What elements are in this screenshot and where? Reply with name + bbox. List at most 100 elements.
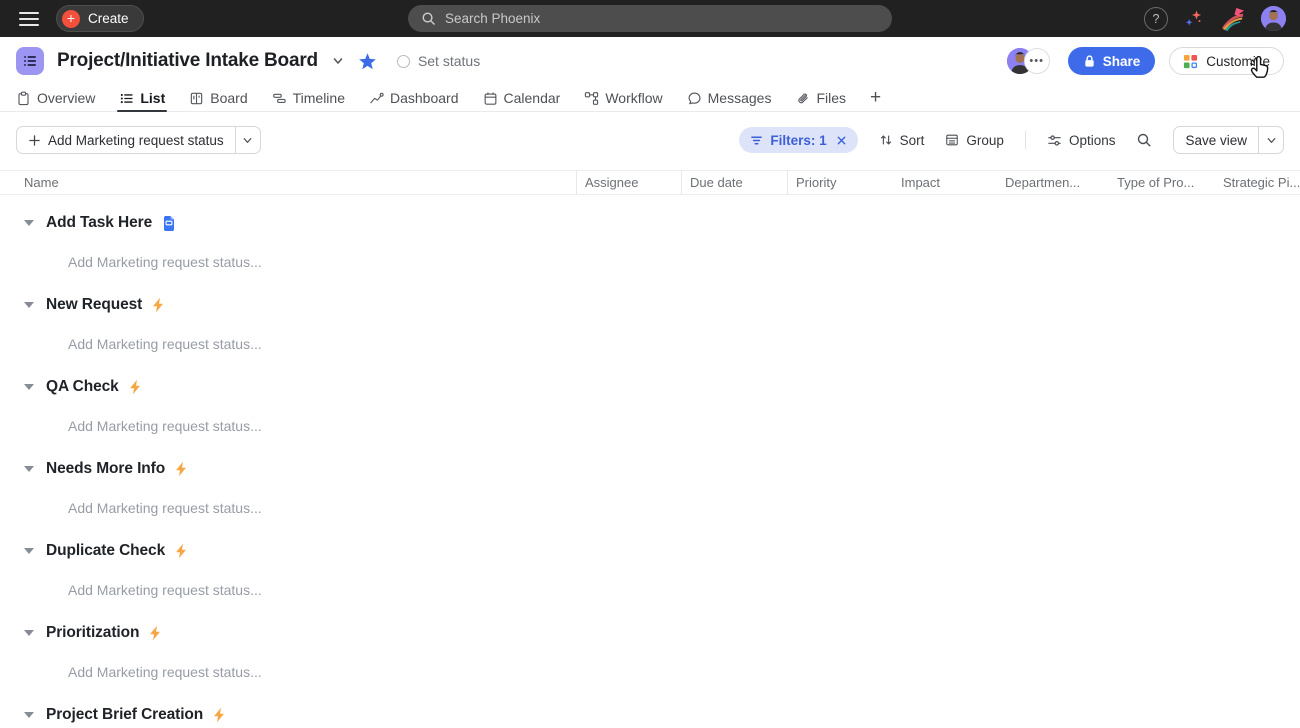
group-header[interactable]: New Request bbox=[0, 290, 1300, 320]
column-header-due-date[interactable]: Due date bbox=[681, 171, 787, 194]
group-title: Prioritization bbox=[46, 624, 139, 642]
add-task-placeholder[interactable]: Add Marketing request status... bbox=[0, 247, 1300, 277]
tab-label: Messages bbox=[708, 90, 772, 106]
board-header: Project/Initiative Intake Board Set stat… bbox=[0, 37, 1300, 85]
sort-button[interactable]: Sort bbox=[879, 133, 925, 148]
toolbar-divider bbox=[1025, 131, 1026, 149]
create-button[interactable]: + Create bbox=[56, 5, 144, 32]
column-header-assignee[interactable]: Assignee bbox=[576, 171, 681, 194]
group-header[interactable]: Needs More Info bbox=[0, 454, 1300, 484]
group-qa-check: QA Check Add Marketing request status... bbox=[0, 372, 1300, 441]
tab-dashboard[interactable]: Dashboard bbox=[369, 85, 459, 111]
tab-workflow[interactable]: Workflow bbox=[584, 85, 662, 111]
add-task-placeholder[interactable]: Add Marketing request status... bbox=[0, 493, 1300, 523]
add-marketing-request-status-button[interactable]: Add Marketing request status bbox=[17, 127, 235, 153]
group-needs-more-info: Needs More Info Add Marketing request st… bbox=[0, 454, 1300, 523]
group-header[interactable]: QA Check bbox=[0, 372, 1300, 402]
chevron-down-icon[interactable] bbox=[331, 54, 345, 68]
sort-label: Sort bbox=[900, 133, 925, 148]
options-button[interactable]: Options bbox=[1047, 133, 1116, 148]
collapse-caret-icon[interactable] bbox=[24, 630, 34, 636]
share-button-label: Share bbox=[1103, 54, 1141, 69]
more-dots-icon: ••• bbox=[1029, 55, 1044, 67]
bolt-icon bbox=[128, 379, 142, 395]
tab-label: List bbox=[140, 90, 165, 106]
close-icon[interactable] bbox=[836, 135, 847, 146]
group-title: New Request bbox=[46, 296, 142, 314]
add-status-dropdown-button[interactable] bbox=[235, 127, 260, 153]
customize-button-label: Customize bbox=[1206, 54, 1270, 69]
add-task-placeholder[interactable]: Add Marketing request status... bbox=[0, 411, 1300, 441]
options-sliders-icon bbox=[1047, 133, 1062, 148]
bolt-icon bbox=[151, 297, 165, 313]
collapse-caret-icon[interactable] bbox=[24, 220, 34, 226]
chart-icon bbox=[369, 91, 384, 106]
group-label: Group bbox=[966, 133, 1004, 148]
save-view-button[interactable]: Save view bbox=[1174, 127, 1258, 153]
global-search[interactable] bbox=[408, 5, 892, 32]
group-icon bbox=[945, 133, 959, 147]
column-header-impact[interactable]: Impact bbox=[893, 171, 997, 194]
customize-grid-icon bbox=[1183, 54, 1198, 69]
tab-board[interactable]: Board bbox=[189, 85, 247, 111]
column-header-name[interactable]: Name bbox=[0, 171, 576, 194]
collapse-caret-icon[interactable] bbox=[24, 466, 34, 472]
create-button-label: Create bbox=[88, 11, 129, 26]
tab-calendar[interactable]: Calendar bbox=[483, 85, 561, 111]
tab-label: Board bbox=[210, 90, 247, 106]
group-new-request: New Request Add Marketing request status… bbox=[0, 290, 1300, 359]
column-header-strategic[interactable]: Strategic Pi... bbox=[1215, 171, 1300, 194]
tab-files[interactable]: Files bbox=[795, 85, 846, 111]
add-task-placeholder[interactable]: Add Marketing request status... bbox=[0, 575, 1300, 605]
table-header-row: Name Assignee Due date Priority Impact D… bbox=[0, 170, 1300, 195]
column-header-type-of-project[interactable]: Type of Pro... bbox=[1109, 171, 1215, 194]
search-input[interactable] bbox=[445, 11, 865, 26]
tab-list[interactable]: List bbox=[119, 85, 165, 111]
search-in-view-icon[interactable] bbox=[1136, 132, 1152, 148]
collapse-caret-icon[interactable] bbox=[24, 302, 34, 308]
page-title: Project/Initiative Intake Board bbox=[57, 50, 318, 72]
collapse-caret-icon[interactable] bbox=[24, 712, 34, 718]
user-avatar[interactable] bbox=[1261, 6, 1286, 31]
save-view-dropdown-button[interactable] bbox=[1258, 127, 1283, 153]
group-header[interactable]: Add Task Here bbox=[0, 208, 1300, 238]
tab-messages[interactable]: Messages bbox=[687, 85, 772, 111]
save-view-label: Save view bbox=[1185, 133, 1247, 148]
phoenix-logo-icon[interactable] bbox=[1219, 5, 1246, 32]
group-header[interactable]: Duplicate Check bbox=[0, 536, 1300, 566]
help-button[interactable]: ? bbox=[1144, 7, 1168, 31]
add-task-placeholder[interactable]: Add Marketing request status... bbox=[0, 657, 1300, 687]
collapse-caret-icon[interactable] bbox=[24, 548, 34, 554]
column-header-priority[interactable]: Priority bbox=[787, 171, 893, 194]
set-status-button[interactable]: Set status bbox=[397, 53, 480, 69]
board-list-icon[interactable] bbox=[16, 47, 44, 75]
more-members-button[interactable]: ••• bbox=[1024, 48, 1050, 74]
sort-icon bbox=[879, 133, 893, 147]
search-icon bbox=[421, 11, 436, 26]
bolt-icon bbox=[148, 625, 162, 641]
message-icon bbox=[687, 91, 702, 106]
add-view-button[interactable]: + bbox=[870, 88, 881, 109]
clipboard-icon bbox=[16, 91, 31, 106]
favorite-star-icon[interactable] bbox=[358, 52, 377, 71]
customize-button[interactable]: Customize bbox=[1169, 47, 1284, 75]
hamburger-menu-icon[interactable] bbox=[19, 12, 39, 26]
timeline-icon bbox=[272, 91, 287, 106]
bolt-icon bbox=[174, 461, 188, 477]
group-button[interactable]: Group bbox=[945, 133, 1004, 148]
plus-icon: + bbox=[62, 10, 80, 28]
tab-label: Dashboard bbox=[390, 90, 459, 106]
add-task-placeholder[interactable]: Add Marketing request status... bbox=[0, 329, 1300, 359]
group-header[interactable]: Project Brief Creation bbox=[0, 700, 1300, 728]
column-header-department[interactable]: Departmen... bbox=[997, 171, 1109, 194]
tab-overview[interactable]: Overview bbox=[16, 85, 95, 111]
share-button[interactable]: Share bbox=[1068, 47, 1156, 75]
filters-chip[interactable]: Filters: 1 bbox=[739, 127, 857, 153]
collapse-caret-icon[interactable] bbox=[24, 384, 34, 390]
doc-icon bbox=[161, 215, 177, 232]
ai-sparkles-icon[interactable] bbox=[1183, 8, 1204, 29]
group-header[interactable]: Prioritization bbox=[0, 618, 1300, 648]
tab-timeline[interactable]: Timeline bbox=[272, 85, 345, 111]
kanban-icon bbox=[189, 91, 204, 106]
tab-label: Overview bbox=[37, 90, 95, 106]
